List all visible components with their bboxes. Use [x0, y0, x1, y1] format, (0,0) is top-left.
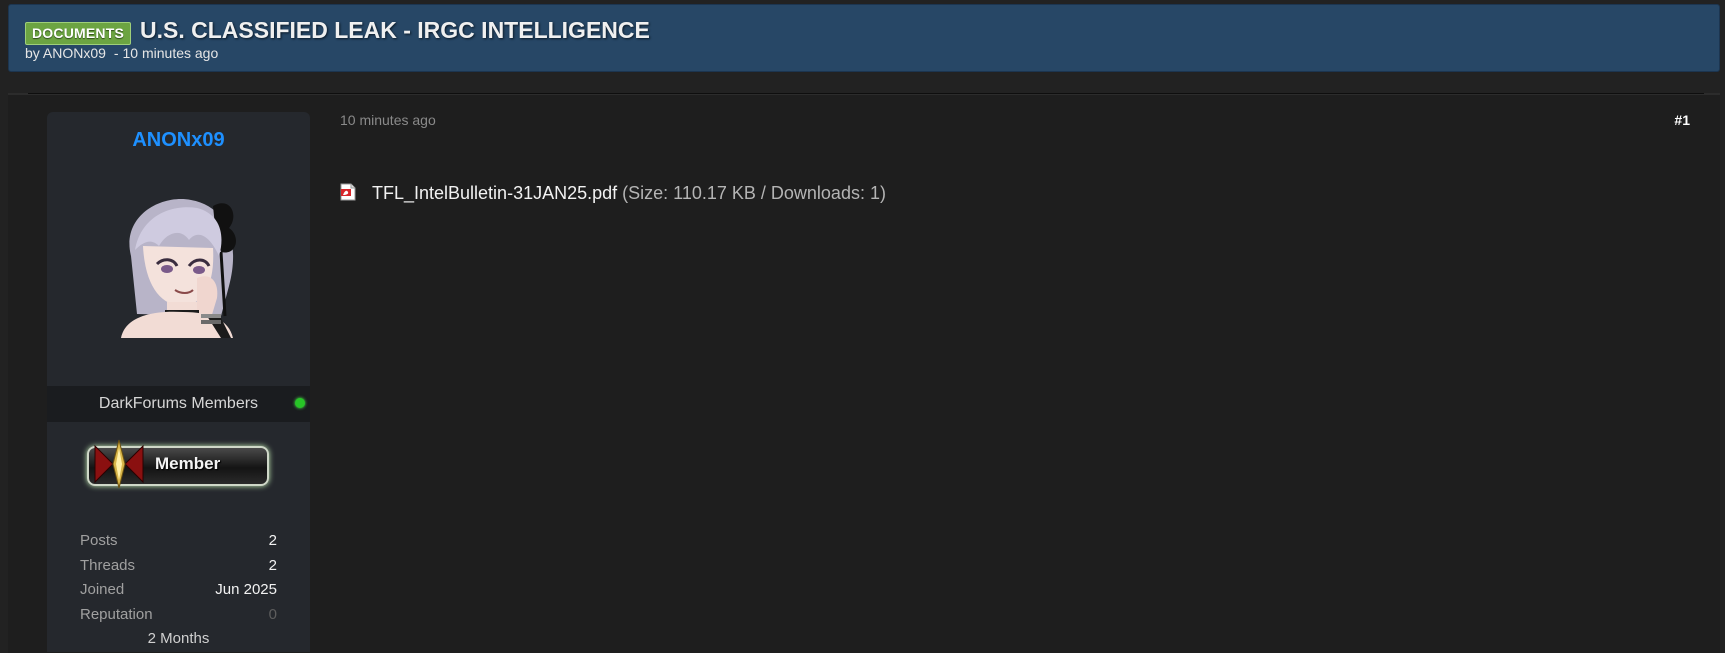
- thread-header: DOCUMENTS U.S. CLASSIFIED LEAK - IRGC IN…: [8, 4, 1720, 72]
- post-number-link[interactable]: #1: [1660, 112, 1690, 128]
- thread-title: U.S. CLASSIFIED LEAK - IRGC INTELLIGENCE: [140, 17, 650, 43]
- stat-row-posts: Posts 2: [80, 532, 277, 557]
- author-panel: ANONx09 DarkForums Members Member Posts …: [47, 112, 310, 652]
- thread-prefix-badge[interactable]: DOCUMENTS: [25, 22, 132, 45]
- member-rank-badge: Member: [83, 438, 273, 490]
- attachment-meta: (Size: 110.17 KB / Downloads: 1): [622, 183, 886, 203]
- stat-label: Posts: [80, 532, 118, 549]
- usergroup-bar: DarkForums Members: [47, 386, 310, 422]
- thread-time: 10 minutes ago: [122, 45, 219, 61]
- divider-line: [28, 93, 1704, 94]
- thread-author-link[interactable]: ANONx09: [43, 45, 106, 61]
- attachment-link[interactable]: TFL_IntelBulletin-31JAN25.pdf: [372, 183, 617, 203]
- stat-value[interactable]: 0: [269, 606, 277, 623]
- stat-label: Reputation: [80, 605, 153, 623]
- post-time: 10 minutes ago: [340, 112, 436, 128]
- author-username-link[interactable]: ANONx09: [47, 129, 310, 152]
- byline-prefix: by: [25, 45, 40, 61]
- avatar[interactable]: [101, 186, 251, 338]
- stat-row-joined: Joined Jun 2025: [80, 581, 277, 606]
- attachment: TFL_IntelBulletin-31JAN25.pdf (Size: 110…: [340, 183, 886, 204]
- stat-row-threads: Threads 2: [80, 557, 277, 582]
- stat-value[interactable]: 2: [269, 557, 277, 574]
- pdf-icon: [340, 183, 356, 201]
- usergroup-label: DarkForums Members: [98, 395, 259, 412]
- rank-badge-label: Member: [155, 454, 221, 473]
- thread-byline: by ANONx09 -10 minutes ago: [25, 45, 218, 61]
- stat-label: Joined: [80, 581, 125, 598]
- account-age: 2 Months: [147, 630, 210, 647]
- author-stats: Posts 2 Threads 2 Joined Jun 2025 Reputa…: [80, 532, 277, 630]
- byline-separator: -: [113, 45, 119, 61]
- rank-emblem-icon: [94, 439, 144, 489]
- stat-label: Threads: [80, 556, 136, 574]
- stat-value: Jun 2025: [215, 581, 277, 598]
- stat-value[interactable]: 2: [269, 532, 277, 549]
- online-status-icon: [295, 398, 305, 408]
- stat-row-reputation: Reputation 0: [80, 606, 277, 631]
